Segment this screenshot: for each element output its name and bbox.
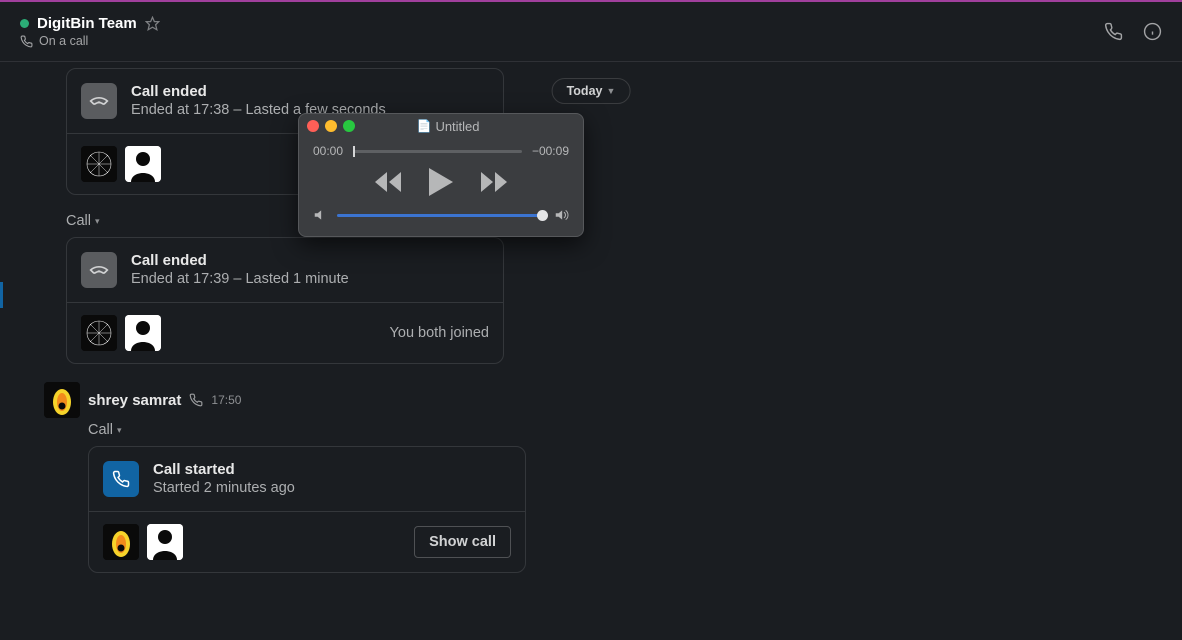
- close-icon[interactable]: [307, 120, 319, 132]
- avatar: [125, 146, 161, 182]
- star-icon[interactable]: [145, 16, 160, 31]
- call-card: Call started Started 2 minutes ago Show …: [88, 446, 526, 573]
- media-body: 00:00 −00:09: [299, 138, 583, 236]
- message-time: 17:50: [211, 393, 241, 407]
- call-card-footer: You both joined: [67, 303, 503, 363]
- volume-high-icon[interactable]: [553, 208, 569, 222]
- media-seek-bar[interactable]: [353, 150, 522, 153]
- media-player-window[interactable]: 📄 Untitled 00:00 −00:09: [298, 113, 584, 237]
- fast-forward-icon[interactable]: [481, 172, 507, 192]
- call-card-subtitle: Started 2 minutes ago: [153, 480, 295, 496]
- caret-down-icon: ▾: [95, 216, 100, 227]
- caret-down-icon: ▾: [117, 425, 122, 436]
- info-icon[interactable]: [1143, 22, 1162, 41]
- call-card-footer: Show call: [89, 512, 525, 572]
- call-card-subtitle: Ended at 17:39 – Lasted 1 minute: [131, 271, 349, 287]
- call-collapse-toggle[interactable]: Call ▾: [66, 213, 1182, 229]
- media-title-area: 📄 Untitled: [321, 119, 575, 134]
- media-title: Untitled: [435, 119, 479, 134]
- presence-indicator: [20, 19, 29, 28]
- call-card-header: Call started Started 2 minutes ago: [89, 447, 525, 512]
- call-card-title: Call ended: [131, 83, 386, 100]
- channel-header: DigitBin Team On a call: [0, 2, 1182, 62]
- seek-handle[interactable]: [353, 146, 355, 157]
- avatar: [125, 315, 161, 351]
- rewind-icon[interactable]: [375, 172, 401, 192]
- avatar: [81, 315, 117, 351]
- phone-icon: [20, 35, 33, 48]
- channel-title: DigitBin Team: [37, 15, 137, 32]
- volume-handle[interactable]: [537, 210, 548, 221]
- message-header: shrey samrat 17:50: [88, 382, 1182, 418]
- call-label: Call: [88, 422, 113, 438]
- call-card-footer-text: You both joined: [390, 325, 489, 341]
- volume-slider[interactable]: [337, 214, 543, 217]
- avatar: [81, 146, 117, 182]
- call-active-icon: [103, 461, 139, 497]
- date-divider[interactable]: Today ▼: [552, 78, 631, 104]
- channel-title-row[interactable]: DigitBin Team: [20, 15, 160, 32]
- show-call-button[interactable]: Show call: [414, 526, 511, 558]
- call-card: Call ended Ended at 17:39 – Lasted 1 min…: [66, 237, 504, 364]
- volume-row: [313, 208, 569, 222]
- time-remaining: −00:09: [532, 144, 569, 158]
- header-actions: [1104, 22, 1162, 41]
- sidebar-active-indicator: [0, 282, 3, 308]
- header-left: DigitBin Team On a call: [20, 15, 160, 48]
- volume-low-icon[interactable]: [313, 208, 327, 222]
- call-ended-icon: [81, 252, 117, 288]
- avatar: [44, 382, 80, 418]
- message-content-area: Today ▼ Call ended Ended at 17:38 – Last…: [0, 62, 1182, 640]
- call-ended-icon: [81, 83, 117, 119]
- call-label: Call: [66, 213, 91, 229]
- avatar: [103, 524, 139, 560]
- media-controls: [313, 168, 569, 196]
- message-block: shrey samrat 17:50 Call ▾: [66, 382, 1182, 573]
- document-icon: 📄: [416, 119, 431, 133]
- call-collapse-toggle[interactable]: Call ▾: [88, 422, 1182, 438]
- play-icon[interactable]: [429, 168, 453, 196]
- date-divider-label: Today: [567, 84, 603, 98]
- channel-subtitle-row: On a call: [20, 34, 160, 48]
- phone-icon: [189, 393, 203, 407]
- channel-subtitle: On a call: [39, 34, 88, 48]
- call-card-title: Call started: [153, 461, 295, 478]
- chevron-down-icon: ▼: [606, 86, 615, 96]
- call-card-title: Call ended: [131, 252, 349, 269]
- time-elapsed: 00:00: [313, 144, 343, 158]
- message-author[interactable]: shrey samrat: [88, 392, 181, 409]
- call-card-header: Call ended Ended at 17:39 – Lasted 1 min…: [67, 238, 503, 303]
- avatar: [147, 524, 183, 560]
- call-icon[interactable]: [1104, 22, 1123, 41]
- media-titlebar[interactable]: 📄 Untitled: [299, 114, 583, 138]
- media-progress-row: 00:00 −00:09: [313, 144, 569, 158]
